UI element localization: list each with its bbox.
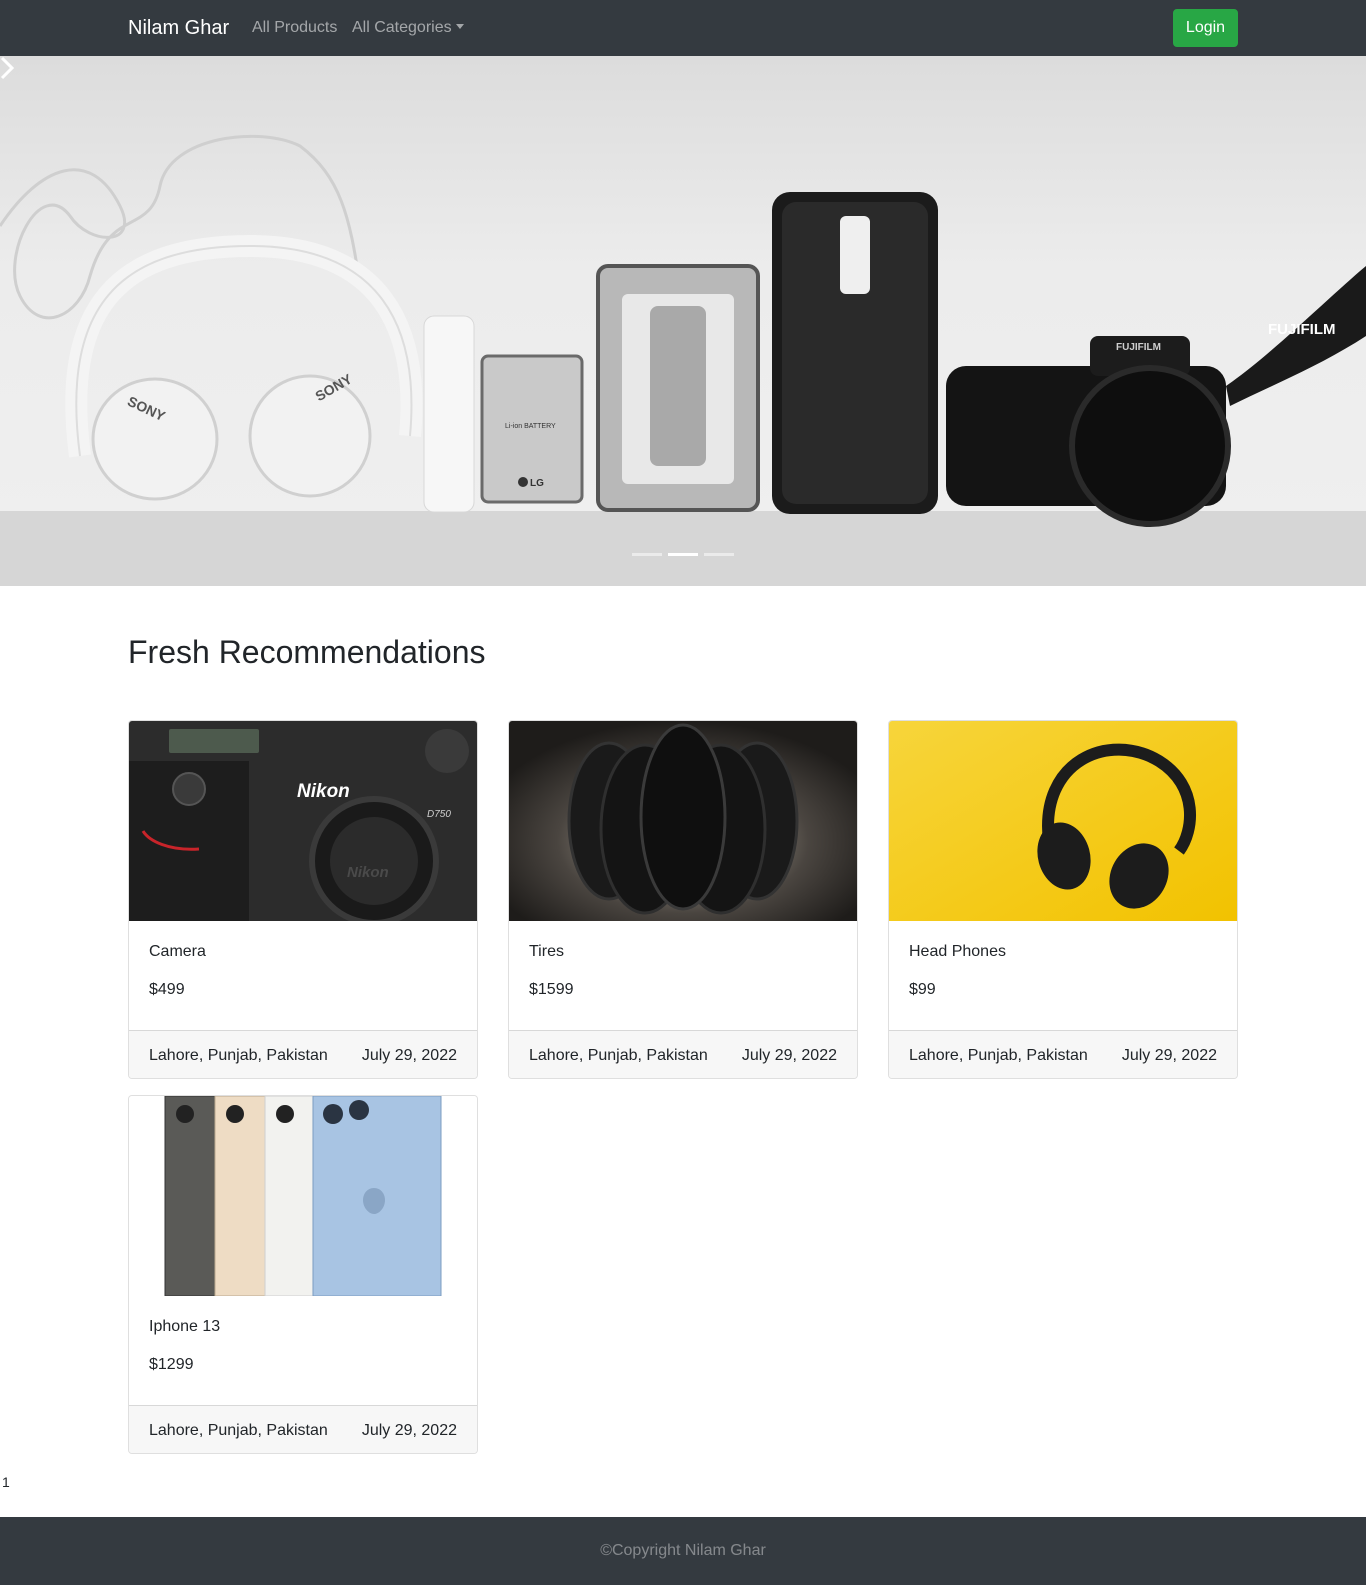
product-image-head-phones <box>889 721 1237 921</box>
nav-dropdown-all-categories[interactable]: All Categories <box>352 18 464 38</box>
product-date: July 29, 2022 <box>1121 1047 1217 1064</box>
product-price: $99 <box>909 981 936 998</box>
card-footer: Lahore, Punjab, Pakistan July 29, 2022 <box>889 1030 1237 1078</box>
product-image-tires <box>509 721 857 921</box>
fujifilm-body-text: FUJIFILM <box>1116 342 1161 353</box>
card-footer: Lahore, Punjab, Pakistan July 29, 2022 <box>509 1030 857 1078</box>
carousel-indicator-2[interactable] <box>668 553 698 556</box>
product-location: Lahore, Punjab, Pakistan <box>529 1047 708 1064</box>
section-title: Fresh Recommendations <box>128 634 486 670</box>
caret-down-icon <box>455 24 464 29</box>
phone-case-shape <box>772 192 938 514</box>
metal-bumper-shape <box>596 264 760 512</box>
product-name: Tires <box>529 943 564 960</box>
battery-shape: Li-ion BATTERY LG <box>480 354 584 504</box>
headphones-shape: SONY SONY <box>65 234 423 501</box>
product-price: $1599 <box>529 981 574 998</box>
fujifilm-camera-shape: FUJIFILM FUJIFILM <box>946 266 1366 527</box>
product-card-head-phones[interactable]: Head Phones $99 Lahore, Punjab, Pakistan… <box>888 720 1238 1079</box>
nikon-brand-text: Nikon <box>297 781 350 802</box>
carousel-next-icon[interactable] <box>0 56 14 80</box>
carousel-indicator-3[interactable] <box>704 553 734 556</box>
product-image-camera: Nikon D750 Nikon <box>129 721 477 921</box>
carousel-indicator-1[interactable] <box>632 553 662 556</box>
fujifilm-strap-text: FUJIFILM <box>1268 321 1336 338</box>
lg-text: LG <box>530 478 544 489</box>
product-price: $1299 <box>149 1356 194 1373</box>
power-bank-shape <box>423 315 475 513</box>
product-name: Camera <box>149 943 206 960</box>
brand-link[interactable]: Nilam Ghar <box>128 15 229 41</box>
page-number: 1 <box>2 1474 10 1490</box>
copyright-text: ©Copyright Nilam Ghar <box>600 1542 766 1559</box>
product-date: July 29, 2022 <box>361 1047 457 1064</box>
product-date: July 29, 2022 <box>741 1047 837 1064</box>
product-location: Lahore, Punjab, Pakistan <box>149 1422 328 1439</box>
product-price: $499 <box>149 981 185 998</box>
product-location: Lahore, Punjab, Pakistan <box>909 1047 1088 1064</box>
site-footer: ©Copyright Nilam Ghar <box>0 1517 1366 1585</box>
top-navbar: Nilam Ghar All Products All Categories L… <box>0 0 1366 56</box>
product-card-tires[interactable]: Tires $1599 Lahore, Punjab, Pakistan Jul… <box>508 720 858 1079</box>
product-name: Head Phones <box>909 943 1006 960</box>
product-date: July 29, 2022 <box>361 1422 457 1439</box>
login-button[interactable]: Login <box>1173 9 1238 47</box>
product-card-camera[interactable]: Nikon D750 Nikon Camera $499 Lahore, Pun… <box>128 720 478 1079</box>
product-location: Lahore, Punjab, Pakistan <box>149 1047 328 1064</box>
nikon-model-text: D750 <box>427 809 451 820</box>
card-footer: Lahore, Punjab, Pakistan July 29, 2022 <box>129 1030 477 1078</box>
hero-carousel: SONY SONY Li-ion BATTERY LG FUJIFILM FUJ… <box>0 56 1366 586</box>
hero-banner-image: SONY SONY Li-ion BATTERY LG FUJIFILM FUJ… <box>0 134 1366 586</box>
nikon-mount-text: Nikon <box>347 864 389 881</box>
card-footer: Lahore, Punjab, Pakistan July 29, 2022 <box>129 1405 477 1453</box>
nav-dropdown-label: All Categories <box>352 19 452 36</box>
cable-shape <box>0 134 362 320</box>
product-card-iphone-13[interactable]: Iphone 13 $1299 Lahore, Punjab, Pakistan… <box>128 1095 478 1454</box>
nav-link-all-products[interactable]: All Products <box>252 18 337 38</box>
product-name: Iphone 13 <box>149 1318 221 1335</box>
product-image-iphone-13 <box>129 1096 477 1296</box>
battery-label-text: Li-ion BATTERY <box>505 423 556 430</box>
